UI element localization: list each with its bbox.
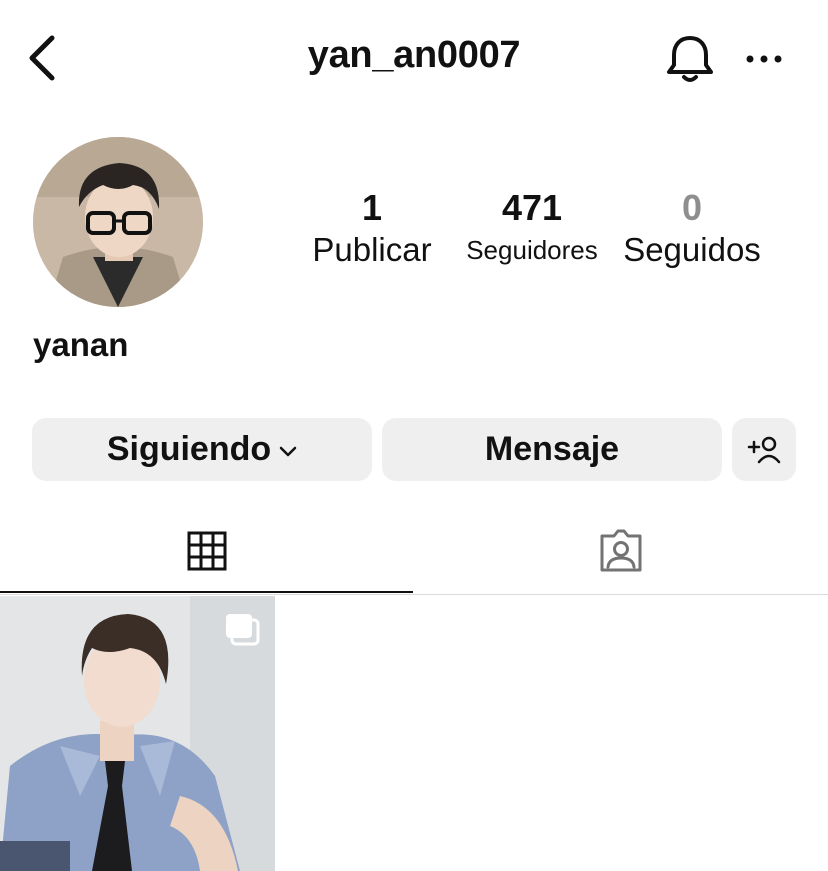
stat-posts[interactable]: 1 Publicar bbox=[297, 186, 447, 270]
following-button[interactable]: Siguiendo bbox=[32, 418, 372, 481]
tab-posts-grid[interactable] bbox=[0, 508, 414, 594]
following-count: 0 bbox=[681, 187, 703, 228]
display-name: yanan bbox=[33, 326, 129, 363]
tab-tagged[interactable] bbox=[414, 508, 828, 594]
tabs-divider bbox=[0, 594, 828, 595]
bell-icon bbox=[667, 36, 713, 82]
active-tab-indicator bbox=[0, 591, 413, 593]
followers-count: 471 bbox=[501, 187, 563, 228]
tagged-person-icon bbox=[600, 529, 642, 572]
message-button-label: Mensaje bbox=[484, 430, 620, 468]
more-options-button[interactable] bbox=[742, 46, 786, 72]
stat-followers[interactable]: 471 Seguidores bbox=[457, 186, 607, 270]
carousel-indicator bbox=[222, 612, 262, 648]
posts-count: 1 bbox=[361, 187, 383, 228]
grid-icon bbox=[187, 531, 227, 571]
suggest-accounts-button[interactable] bbox=[732, 418, 796, 481]
following-label: Seguidos bbox=[623, 231, 761, 268]
message-button[interactable]: Mensaje bbox=[382, 418, 722, 481]
more-horizontal-icon bbox=[746, 55, 782, 63]
profile-avatar[interactable] bbox=[33, 137, 203, 307]
stat-following[interactable]: 0 Seguidos bbox=[617, 186, 767, 270]
followers-label: Seguidores bbox=[466, 235, 598, 265]
notifications-button[interactable] bbox=[664, 32, 716, 84]
posts-label: Publicar bbox=[312, 231, 432, 268]
avatar-photo bbox=[33, 137, 203, 307]
following-button-label: Siguiendo bbox=[106, 430, 272, 468]
multiple-photos-icon bbox=[226, 614, 260, 646]
chevron-down-icon bbox=[279, 446, 297, 456]
add-person-icon bbox=[747, 436, 781, 463]
